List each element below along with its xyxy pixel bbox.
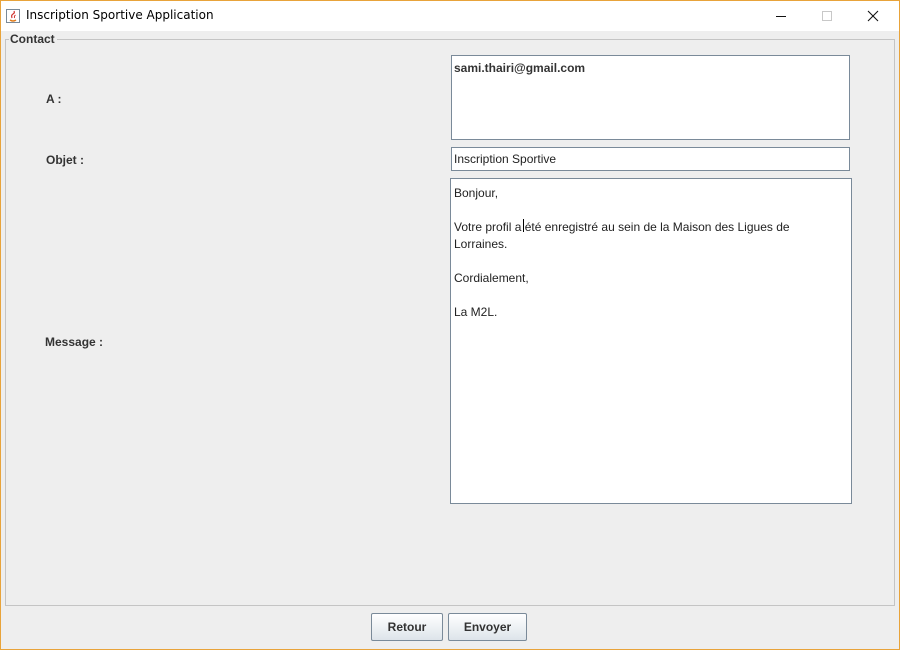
- minimize-icon: [776, 16, 786, 17]
- send-button[interactable]: Envoyer: [448, 613, 527, 641]
- to-label: A :: [46, 92, 62, 106]
- text-caret: [523, 219, 524, 232]
- title-bar[interactable]: Inscription Sportive Application: [1, 1, 899, 31]
- message-line: [454, 202, 848, 219]
- message-label: Message :: [45, 335, 104, 349]
- message-line: La M2L.: [454, 305, 498, 319]
- subject-label: Objet :: [46, 153, 84, 167]
- contact-group-title: Contact: [9, 32, 57, 46]
- maximize-icon: [822, 11, 832, 21]
- message-line: Votre profil a été enregistré au sein de…: [454, 220, 790, 234]
- message-line: [454, 253, 848, 270]
- close-icon: [867, 10, 879, 22]
- message-textarea[interactable]: Bonjour, Votre profil a été enregistré a…: [450, 178, 852, 504]
- back-button[interactable]: Retour: [371, 613, 443, 641]
- minimize-button[interactable]: [758, 1, 804, 31]
- maximize-button[interactable]: [804, 1, 850, 31]
- to-field[interactable]: sami.thairi@gmail.com: [451, 55, 850, 140]
- message-line: [454, 287, 848, 304]
- message-line: Cordialement,: [454, 271, 529, 285]
- close-button[interactable]: [850, 1, 896, 31]
- message-line: Lorraines.: [454, 237, 508, 251]
- java-app-icon: [6, 9, 20, 23]
- message-line: Bonjour,: [454, 186, 499, 200]
- subject-field[interactable]: Inscription Sportive: [451, 147, 850, 171]
- app-window: Inscription Sportive Application Contact…: [0, 0, 900, 650]
- window-title: Inscription Sportive Application: [26, 8, 214, 22]
